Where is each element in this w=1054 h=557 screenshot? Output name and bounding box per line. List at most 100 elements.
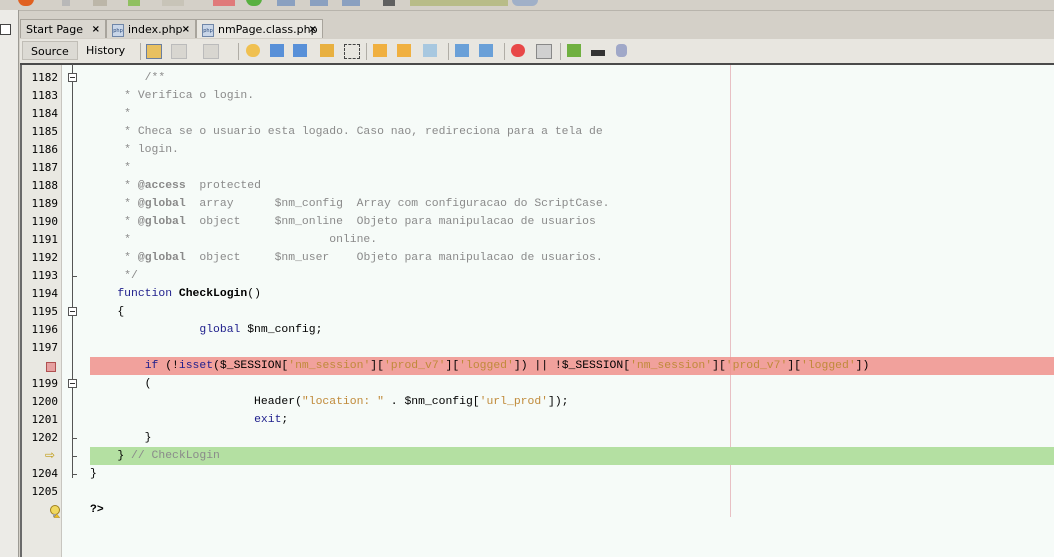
step-out-icon[interactable] — [342, 0, 360, 6]
toggle-bookmark-icon[interactable] — [423, 44, 437, 57]
breakpoint-icon[interactable] — [46, 362, 56, 372]
previous-bookmark-icon[interactable] — [373, 44, 387, 57]
find-previous-icon[interactable] — [270, 44, 284, 57]
code-line[interactable]: 1205 — [20, 483, 1054, 501]
tab-start-page[interactable]: Start Page × — [20, 19, 106, 38]
find-selection-icon[interactable] — [246, 44, 260, 57]
code-token: ][ — [787, 360, 801, 372]
separator — [366, 43, 367, 60]
code-line[interactable]: 1194 function CheckLogin() — [20, 285, 1054, 303]
code-token: 'logged' — [800, 360, 856, 372]
code-line[interactable]: 1189 * @global array $nm_config Array co… — [20, 195, 1054, 213]
clean-build-icon[interactable] — [93, 0, 107, 6]
stop-macro-icon[interactable] — [536, 44, 552, 59]
code-line[interactable]: 1183 * Verifica o login. — [20, 87, 1054, 105]
code-text: * Checa se o usuario esta logado. Caso n… — [90, 123, 603, 141]
code-line[interactable]: 1182 /** — [20, 69, 1054, 87]
fold-collapse-icon[interactable] — [68, 307, 77, 316]
code-line[interactable]: 1187 * — [20, 159, 1054, 177]
code-text: if (!isset($_SESSION['nm_session']['prod… — [90, 357, 870, 375]
fold-collapse-icon[interactable] — [68, 379, 77, 388]
history-tab[interactable]: History — [78, 41, 133, 60]
firefox-icon[interactable] — [18, 0, 34, 6]
code-editor[interactable]: 1182 /** 1183 * Verifica o login. 1184 * 11… — [20, 64, 1054, 557]
step-into-icon[interactable] — [310, 0, 328, 6]
code-line[interactable]: ?> — [20, 501, 1054, 519]
code-line[interactable]: 1204} — [20, 465, 1054, 483]
forward-icon[interactable] — [203, 44, 219, 59]
database-icon[interactable] — [616, 44, 627, 57]
next-bookmark-icon[interactable] — [397, 44, 411, 57]
memory-meter[interactable] — [410, 0, 508, 6]
run-icon[interactable] — [128, 0, 140, 6]
line-number: 1195 — [31, 305, 59, 318]
code-line[interactable]: 1193 */ — [20, 267, 1054, 285]
breakpoint-line[interactable]: if (!isset($_SESSION['nm_session']['prod… — [20, 357, 1054, 375]
fold-collapse-icon[interactable] — [68, 73, 77, 82]
hint-bulb-icon[interactable] — [50, 503, 61, 518]
uncomment-icon[interactable] — [591, 50, 605, 56]
minimize-icon[interactable] — [0, 24, 11, 35]
fold-end-marker — [72, 276, 77, 277]
code-token: exit — [254, 414, 282, 426]
close-icon[interactable]: × — [92, 20, 100, 39]
find-next-icon[interactable] — [293, 44, 307, 57]
code-token: * — [90, 162, 132, 174]
current-line[interactable]: ⇨ } // CheckLogin — [20, 447, 1054, 465]
shift-left-icon[interactable] — [455, 44, 469, 57]
main-toolbar — [0, 0, 1054, 11]
code-line[interactable]: 1191 * online. — [20, 231, 1054, 249]
source-tab[interactable]: Source — [22, 41, 78, 60]
code-token: () — [247, 288, 261, 300]
code-token: ]) — [855, 360, 870, 372]
code-line[interactable]: 1192 * @global object $nm_user Objeto pa… — [20, 249, 1054, 267]
line-number: 1188 — [31, 179, 59, 192]
code-token: object $nm_user Objeto para manipulacao … — [185, 252, 603, 264]
code-line[interactable]: 1199 ( — [20, 375, 1054, 393]
code-token: (! — [158, 360, 179, 372]
code-line[interactable]: 1202 } — [20, 429, 1054, 447]
run-to-cursor-icon[interactable] — [383, 0, 395, 6]
comment-icon[interactable] — [567, 44, 581, 57]
line-number: 1193 — [31, 269, 59, 282]
line-number: 1185 — [31, 125, 59, 138]
continue-icon[interactable] — [246, 0, 262, 6]
last-edit-icon[interactable] — [146, 44, 162, 59]
code-line[interactable]: 1188 * @access protected — [20, 177, 1054, 195]
tab-nmpage-class-php[interactable]: php nmPage.class.php × — [196, 19, 323, 38]
code-line[interactable]: 1184 * — [20, 105, 1054, 123]
code-line[interactable]: 1196 global $nm_config; — [20, 321, 1054, 339]
code-token: { — [90, 306, 125, 318]
step-over-icon[interactable] — [277, 0, 295, 6]
code-line[interactable]: 1195 { — [20, 303, 1054, 321]
gc-icon[interactable] — [512, 0, 538, 6]
code-line[interactable]: 1201 exit; — [20, 411, 1054, 429]
close-icon[interactable]: × — [309, 20, 317, 39]
close-icon[interactable]: × — [182, 20, 190, 39]
code-line[interactable]: 1186 * login. — [20, 141, 1054, 159]
tab-index-php[interactable]: php index.php × — [106, 19, 196, 38]
build-icon[interactable] — [62, 0, 70, 6]
code-text: * @global array $nm_config Array com con… — [90, 195, 609, 213]
code-text: ?> — [90, 501, 104, 519]
code-token: 'prod_v7' — [383, 360, 446, 372]
code-text: * @global object $nm_online Objeto para … — [90, 213, 596, 231]
start-macro-icon[interactable] — [511, 44, 525, 57]
code-line[interactable]: 1197 — [20, 339, 1054, 357]
code-line[interactable]: 1185 * Checa se o usuario esta logado. C… — [20, 123, 1054, 141]
fold-end-marker — [72, 456, 77, 457]
line-number: 1190 — [31, 215, 59, 228]
code-token: CheckLogin — [178, 288, 248, 300]
shift-right-icon[interactable] — [479, 44, 493, 57]
toggle-rect-selection-icon[interactable] — [344, 44, 360, 59]
back-icon[interactable] — [171, 44, 187, 59]
code-line[interactable]: 1200 Header("location: " . $nm_config['u… — [20, 393, 1054, 411]
code-line[interactable]: 1190 * @global object $nm_online Objeto … — [20, 213, 1054, 231]
toggle-highlight-icon[interactable] — [320, 44, 334, 57]
line-number: 1205 — [31, 485, 59, 498]
line-number: 1197 — [31, 341, 59, 354]
stop-icon[interactable] — [213, 0, 235, 6]
code-text: } — [90, 429, 152, 447]
debug-icon[interactable] — [162, 0, 184, 6]
